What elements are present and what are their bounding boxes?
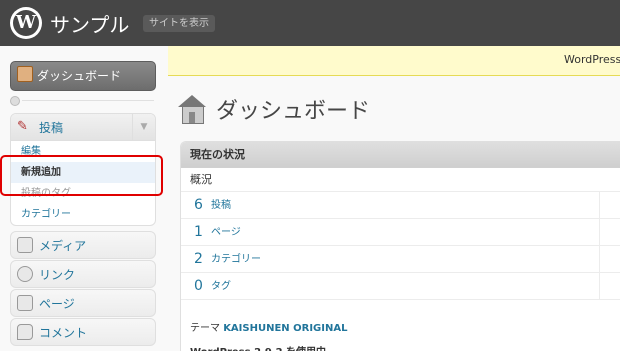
camera-icon [17,237,33,253]
theme-prefix: テーマ [190,323,220,334]
stat-row-pages: 1 ページ [181,219,620,246]
widget-title[interactable]: 現在の状況 [181,142,620,168]
stat-count[interactable]: 2 [194,246,203,272]
theme-info: テーマ KAISHUNEN ORIGINAL [190,319,347,334]
menu-posts[interactable]: ✎ 投稿 ▼ [11,114,155,141]
home-icon [17,66,33,82]
site-title[interactable]: サンプル [50,9,129,38]
page-title: ダッシュボード [216,99,371,124]
stat-row-tags: 0 タグ [181,273,620,300]
menu-comments[interactable]: コメント [10,318,156,346]
admin-header: W サンプル サイトを表示 [0,0,620,46]
menu-pages[interactable]: ページ [10,289,156,317]
menu-links-label: リンク [39,268,76,282]
submenu-categories[interactable]: カテゴリー [11,204,155,225]
collapse-icon [10,96,20,106]
highlight-annotation [0,155,163,196]
stat-count[interactable]: 0 [194,273,203,299]
right-now-widget: 現在の状況 概況 6 投稿 1 ページ 2 カテゴリー 0 タグ テーマ KAI… [180,141,620,351]
stat-count[interactable]: 6 [194,192,203,218]
dashboard-home-icon [177,94,207,124]
widget-subhead: 概況 [181,168,620,192]
menu-dashboard[interactable]: ダッシュボード [10,61,156,91]
menu-media-label: メディア [39,239,87,253]
menu-collapse-separator[interactable] [10,96,156,106]
menu-dashboard-label: ダッシュボード [37,69,122,83]
stat-label[interactable]: 投稿 [211,193,231,219]
menu-links[interactable]: リンク [10,260,156,288]
chevron-down-icon[interactable]: ▼ [132,114,155,140]
update-notice: WordPress [168,46,620,76]
page-icon [17,295,33,311]
stat-label[interactable]: ページ [211,220,241,246]
menu-media[interactable]: メディア [10,231,156,259]
stat-row-posts: 6 投稿 [181,192,620,219]
menu-pages-label: ページ [39,297,75,311]
link-icon [17,266,33,282]
wordpress-logo-icon: W [10,7,42,39]
comment-icon [17,324,33,340]
pushpin-icon: ✎ [17,119,28,134]
stat-row-categories: 2 カテゴリー [181,246,620,273]
menu-comments-label: コメント [39,326,88,340]
visit-site-button[interactable]: サイトを表示 [143,15,215,32]
theme-name-link[interactable]: KAISHUNEN ORIGINAL [223,323,347,334]
update-notice-text[interactable]: WordPress [564,53,620,66]
stat-label[interactable]: カテゴリー [211,247,261,273]
stat-label[interactable]: タグ [211,274,231,300]
stat-count[interactable]: 1 [194,219,203,245]
menu-posts-label: 投稿 [39,121,64,135]
